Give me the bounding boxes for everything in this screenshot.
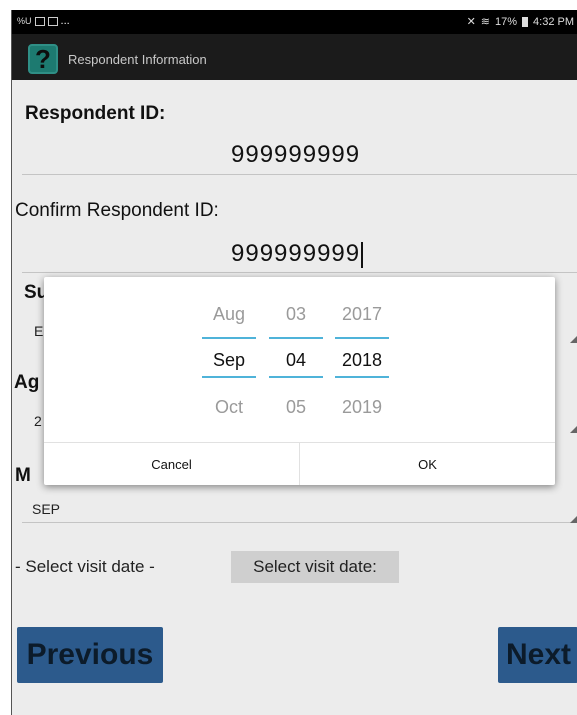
cancel-button[interactable]: Cancel	[44, 443, 299, 485]
device-screen: %U ... ✕ ≋ 17% 4:32 PM ? Respondent Info…	[11, 10, 577, 715]
age-label: Ag	[14, 372, 40, 393]
month-bottom-divider	[202, 376, 256, 378]
confirm-id-label: Confirm Respondent ID:	[15, 200, 219, 221]
more-notifications-text: ...	[60, 15, 70, 27]
age-spinner[interactable]: 2	[34, 413, 42, 429]
status-bar: %U ... ✕ ≋ 17% 4:32 PM	[12, 10, 577, 34]
battery-percent: 17%	[495, 15, 518, 28]
battery-icon	[522, 16, 529, 27]
notification-icon	[34, 16, 45, 26]
month-spinner-arrow-icon	[570, 516, 577, 523]
respondent-id-underline	[22, 174, 577, 175]
month-underline	[22, 522, 577, 523]
date-picker-dialog: Aug Sep Oct 03 04 05 2017 2018 2019 Canc…	[44, 277, 555, 485]
day-selected[interactable]: 04	[269, 350, 323, 371]
status-carrier-text: %U	[17, 16, 32, 26]
next-button[interactable]: Next	[498, 627, 577, 683]
app-bar: ? Respondent Information	[12, 34, 577, 80]
year-selected[interactable]: 2018	[335, 350, 389, 371]
select-visit-date-button[interactable]: Select visit date:	[231, 551, 399, 583]
wifi-icon: ≋	[480, 16, 490, 28]
year-bottom-divider	[335, 376, 389, 378]
confirm-id-field[interactable]: 999999999	[231, 240, 364, 268]
month-prev[interactable]: Aug	[202, 304, 256, 325]
status-bar-left: %U ...	[17, 15, 70, 27]
status-bar-right: ✕ ≋ 17% 4:32 PM	[466, 15, 574, 29]
image-notification-icon	[47, 16, 58, 26]
confirm-id-underline	[22, 272, 577, 273]
year-prev[interactable]: 2017	[335, 304, 389, 325]
month-top-divider	[202, 337, 256, 339]
year-next[interactable]: 2019	[335, 397, 389, 418]
text-cursor	[361, 241, 364, 268]
age-spinner-arrow-icon	[570, 426, 577, 433]
day-next[interactable]: 05	[269, 397, 323, 418]
previous-button[interactable]: Previous	[17, 627, 163, 683]
month-label: M	[15, 465, 31, 486]
month-selected[interactable]: Sep	[202, 350, 256, 371]
app-logo-icon[interactable]: ?	[28, 44, 58, 74]
subject-spinner[interactable]: E	[34, 323, 43, 339]
day-bottom-divider	[269, 376, 323, 378]
day-prev[interactable]: 03	[269, 304, 323, 325]
confirm-id-value: 999999999	[231, 240, 361, 267]
app-logo-glyph: ?	[35, 44, 51, 74]
app-title: Respondent Information	[68, 52, 207, 67]
month-spinner[interactable]: SEP	[32, 501, 60, 517]
month-next[interactable]: Oct	[202, 397, 256, 418]
clock: 4:32 PM	[533, 15, 574, 28]
select-visit-date-text: - Select visit date -	[15, 557, 155, 576]
day-top-divider	[269, 337, 323, 339]
ok-button[interactable]: OK	[300, 443, 555, 485]
respondent-id-field[interactable]: 999999999	[231, 141, 360, 169]
mute-icon: ✕	[466, 16, 476, 28]
subject-spinner-arrow-icon	[570, 336, 577, 343]
respondent-id-label: Respondent ID:	[25, 103, 166, 124]
year-top-divider	[335, 337, 389, 339]
